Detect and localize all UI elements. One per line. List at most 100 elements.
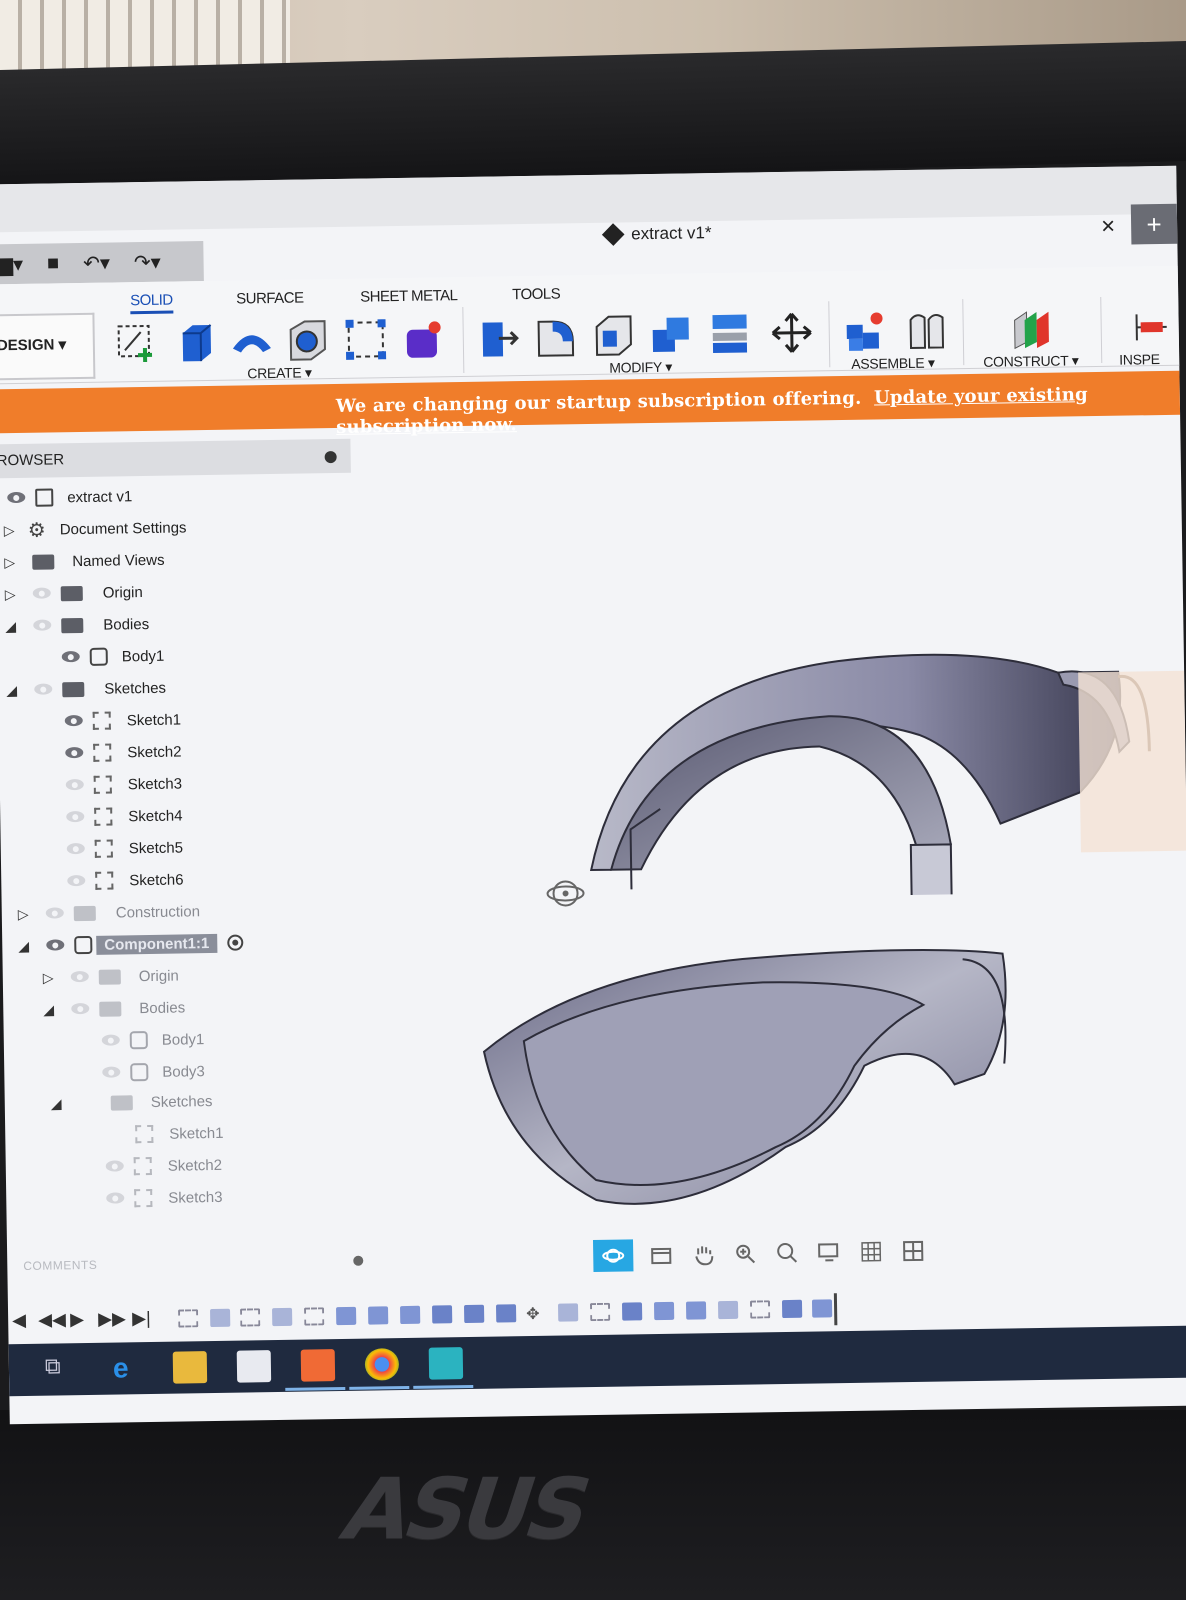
tree-item-sketches[interactable]: ◢ Sketches [6,674,166,705]
model-lower-bowl[interactable] [482,949,1009,1207]
save-icon[interactable]: ■ [47,252,59,275]
timeline-sketch-step[interactable] [749,1300,771,1319]
timeline-feature-step[interactable] [210,1308,231,1328]
assemble-menu[interactable]: ASSEMBLE ▾ [851,355,935,373]
redo-icon[interactable]: ↷▾ [134,249,161,274]
orbit-tool-icon[interactable] [592,1239,634,1273]
timeline-back-icon[interactable]: ◀◀ [38,1309,66,1330]
tree-root[interactable]: extract v1 [5,482,132,512]
visibility-eye-icon[interactable] [69,970,93,984]
tree-item-sketch1[interactable]: Sketch1 [63,705,182,735]
tree-item-sketch6[interactable]: Sketch6 [65,865,184,895]
timeline-feature-step[interactable] [495,1304,517,1323]
tab-surface[interactable]: SURFACE [236,289,304,307]
tree-item-component1[interactable]: ◢ Component1:1 [18,929,244,961]
model-upper-shell[interactable] [588,651,1152,900]
tree-item-named-views[interactable]: ▷ Named Views [4,546,165,577]
tab-tools[interactable]: TOOLS [512,285,560,303]
collapse-arrow-icon[interactable]: ◢ [5,617,21,634]
joint-icon[interactable] [902,307,949,354]
visibility-eye-icon[interactable] [63,746,87,760]
construct-menu[interactable]: CONSTRUCT ▾ [983,352,1079,370]
canvas-viewport[interactable] [354,421,1186,1234]
visibility-eye-icon[interactable] [44,938,68,952]
tree-item-component-bodies[interactable]: ◢ Bodies [43,993,185,1023]
new-tab-button[interactable]: + [1130,203,1178,245]
tree-item-component-sketches[interactable]: ◢ Sketches [51,1087,213,1118]
tree-item-component-sketch2[interactable]: Sketch2 [104,1151,223,1181]
timeline-feature-step[interactable] [621,1302,643,1321]
visibility-eye-icon[interactable] [100,1065,124,1079]
grid-settings-icon[interactable] [859,1239,885,1263]
tree-item-component-body3[interactable]: Body3 [100,1057,205,1087]
measure-icon[interactable] [1130,304,1171,351]
timeline-sketch-step[interactable] [304,1307,325,1326]
app-icon[interactable] [428,1347,464,1380]
visibility-eye-icon[interactable] [64,778,88,792]
tree-item-bodies[interactable]: ◢ Bodies [5,610,149,640]
pan-hand-icon[interactable] [691,1242,717,1266]
collapse-arrow-icon[interactable]: ◢ [18,937,34,954]
timeline-feature-step[interactable] [336,1306,357,1326]
tree-item-origin[interactable]: ▷ Origin [5,578,143,608]
document-tab[interactable]: extract v1* [601,223,712,246]
timeline-feature-step[interactable] [653,1301,675,1321]
undo-icon[interactable]: ↶▾ [83,250,110,275]
revolve-icon[interactable] [228,318,275,365]
new-component-icon[interactable] [842,308,889,355]
expand-arrow-icon[interactable]: ▷ [43,969,59,986]
fusion-app-icon[interactable] [300,1349,336,1382]
visibility-eye-icon[interactable] [31,586,55,600]
pattern-icon[interactable] [342,316,389,363]
close-tab-button[interactable]: × [1101,213,1115,241]
look-at-icon[interactable] [649,1243,675,1267]
mail-icon[interactable] [236,1350,272,1383]
visibility-eye-icon[interactable] [31,618,55,632]
move-copy-icon[interactable] [768,309,815,356]
press-pull-icon[interactable] [476,314,523,361]
timeline-feature-step[interactable] [368,1306,389,1325]
expand-arrow-icon[interactable]: ▷ [5,585,21,602]
tab-sheet-metal[interactable]: SHEET METAL [360,287,458,306]
viewports-icon[interactable] [901,1239,927,1263]
task-view-icon[interactable]: ⧉ [45,1353,79,1386]
modify-menu[interactable]: MODIFY ▾ [609,359,672,377]
timeline-feature-step[interactable] [557,1303,579,1322]
timeline-feature-step[interactable] [685,1301,707,1320]
visibility-eye-icon[interactable] [104,1191,128,1205]
visibility-eye-icon[interactable] [32,682,56,696]
timeline-sketch-step[interactable] [589,1302,611,1322]
visibility-eye-icon[interactable] [65,874,89,888]
timeline-feature-step[interactable] [400,1305,421,1325]
file-icon[interactable]: ▆▾ [0,251,23,276]
timeline-marker[interactable] [833,1293,838,1326]
tree-item-sketch2[interactable]: Sketch2 [63,737,182,767]
display-settings-icon[interactable] [817,1240,843,1264]
activate-component-icon[interactable] [227,934,244,951]
create-form-icon[interactable] [400,315,447,362]
edge-browser-icon[interactable]: e [113,1352,147,1385]
visibility-eye-icon[interactable] [63,714,87,728]
visibility-eye-icon[interactable] [44,906,68,920]
tree-item-document-settings[interactable]: ▷ ⚙ Document Settings [4,513,187,544]
collapse-arrow-icon[interactable]: ◢ [43,1001,59,1018]
timeline-sketch-step[interactable] [178,1309,199,1328]
tree-item-construction[interactable]: ▷ Construction [18,897,201,928]
timeline-feature-step[interactable] [811,1299,833,1318]
tree-item-body1[interactable]: Body1 [60,642,165,672]
tree-item-sketch4[interactable]: Sketch4 [64,801,183,831]
extrude-icon[interactable] [172,319,219,366]
hole-icon[interactable] [284,317,331,364]
expand-arrow-icon[interactable]: ▷ [18,905,34,922]
chrome-icon[interactable] [364,1348,400,1381]
visibility-eye-icon[interactable] [64,810,88,824]
expand-arrow-icon[interactable]: ▷ [4,553,20,570]
timeline-feature-step[interactable] [432,1305,453,1324]
collapse-arrow-icon[interactable]: ◢ [51,1095,67,1112]
visibility-eye-icon[interactable] [69,1002,93,1016]
timeline-sketch-step[interactable] [240,1308,261,1327]
tree-item-sketch3[interactable]: Sketch3 [64,769,183,799]
zoom-icon[interactable] [733,1241,759,1265]
workspace-switcher[interactable]: DESIGN ▾ [0,312,96,381]
file-explorer-icon[interactable] [172,1351,208,1384]
